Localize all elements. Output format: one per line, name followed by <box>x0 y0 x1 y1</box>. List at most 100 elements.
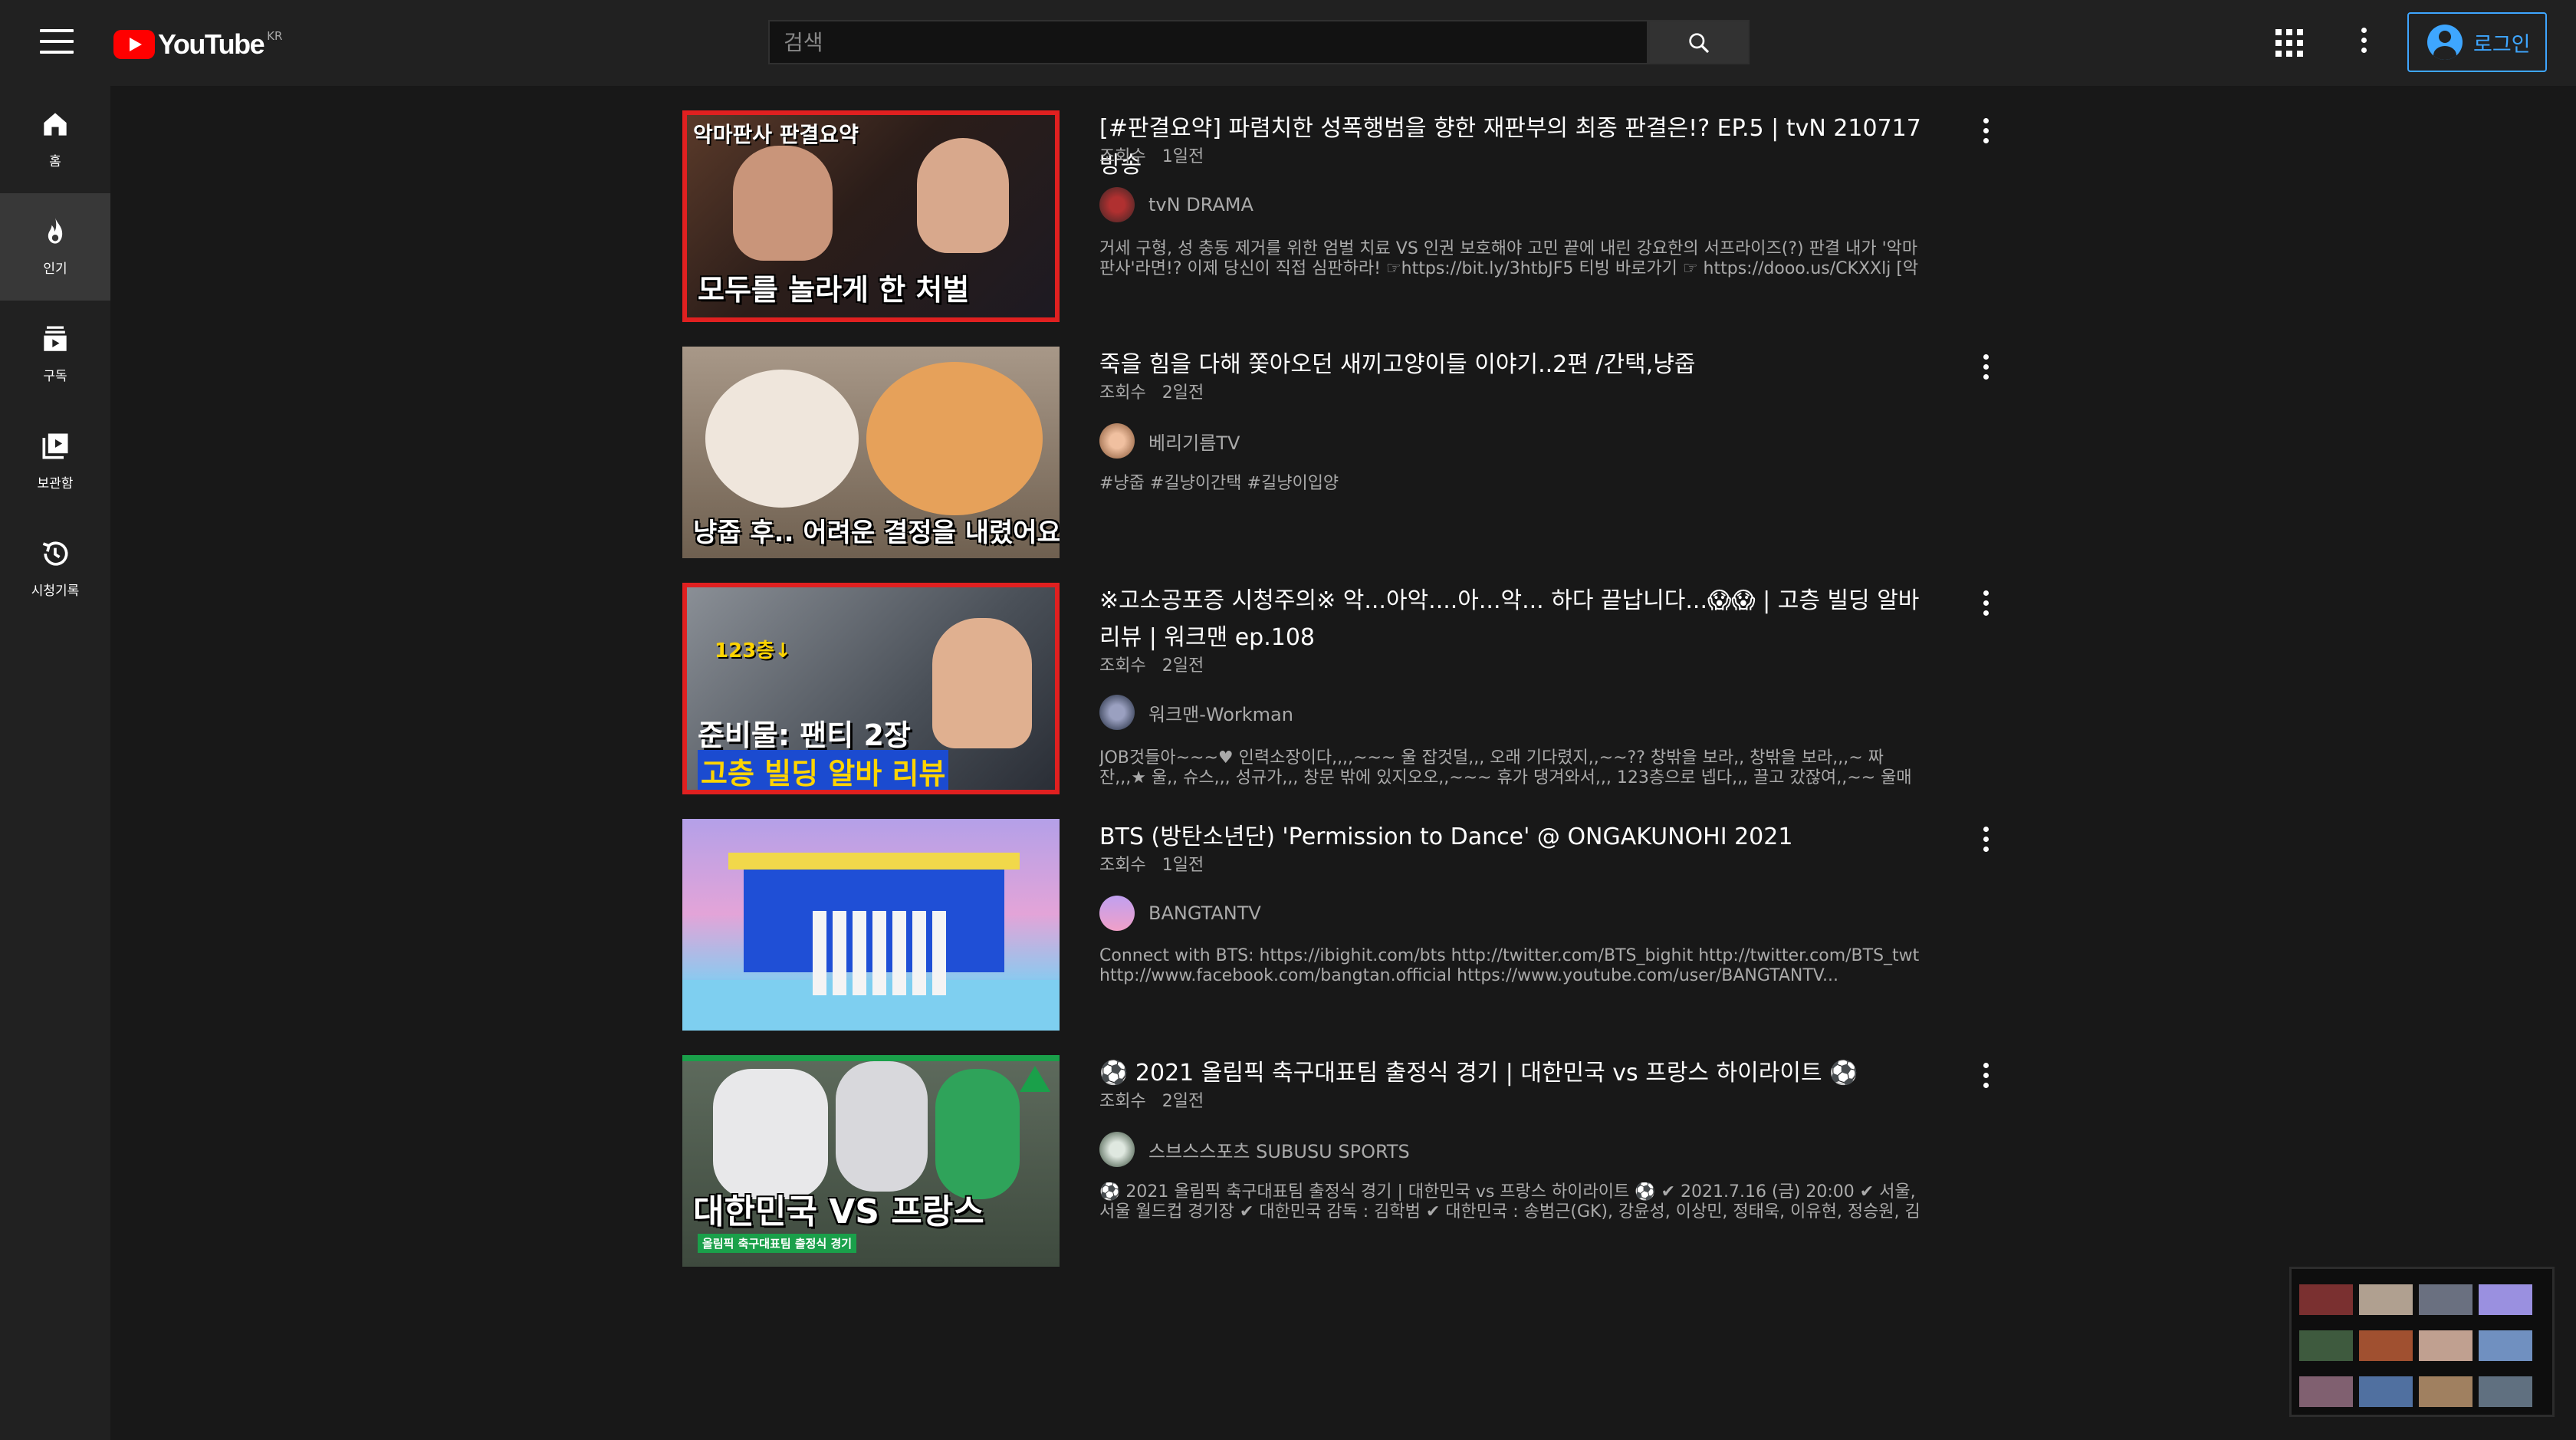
video-thumbnail[interactable] <box>682 819 1060 1031</box>
subscriptions-icon <box>44 326 67 351</box>
channel-avatar <box>1099 1132 1135 1167</box>
thumbnail-caption: 냥줍 후.. 어려운 결정을 내렸어요 <box>693 518 1060 548</box>
home-icon <box>44 113 67 136</box>
signin-button[interactable]: 로그인 <box>2407 12 2547 72</box>
thumbnail-tag: 악마판사 판결요약 <box>693 122 859 147</box>
video-description: Connect with BTS: https://ibighit.com/bt… <box>1099 946 1920 985</box>
sidebar-item-trending[interactable]: 인기 <box>0 193 110 301</box>
video-thumbnail[interactable]: 악마판사 판결요약 모두를 놀라게 한 처벌 <box>682 110 1060 322</box>
sidebar-item-history[interactable]: 시청기록 <box>0 515 110 623</box>
video-description: ⚽ 2021 올림픽 축구대표팀 출정식 경기 | 대한민국 vs 프랑스 하이… <box>1099 1182 1921 1221</box>
video-thumbnail[interactable]: 123층↓ 준비물: 팬티 2장 고층 빌딩 알바 리뷰 <box>682 583 1060 794</box>
channel-name: tvN DRAMA <box>1148 194 1254 215</box>
more-actions-icon[interactable] <box>1980 827 1991 857</box>
library-icon <box>42 433 68 459</box>
view-count: 조회수 <box>1099 656 1146 676</box>
view-count: 조회수 <box>1099 856 1146 875</box>
video-item[interactable]: 123층↓ 준비물: 팬티 2장 고층 빌딩 알바 리뷰 ※고소공포증 시청주의… <box>682 583 2009 794</box>
sidebar-item-subscriptions[interactable]: 구독 <box>0 301 110 408</box>
video-description: #냥줍 #길냥이간택 #길냥이입양 <box>1099 474 1339 493</box>
channel-name: 베리기름TV <box>1148 432 1240 454</box>
channel-logo-icon <box>1020 1066 1050 1092</box>
video-thumbnail[interactable]: 대한민국 VS 프랑스 올림픽 축구대표팀 출정식 경기 <box>682 1055 1060 1267</box>
channel-avatar <box>1099 423 1135 459</box>
sidebar-item-label: 보관함 <box>37 476 74 492</box>
video-title[interactable]: ⚽ 2021 올림픽 축구대표팀 출정식 경기 | 대한민국 vs 프랑스 하이… <box>1099 1055 1927 1092</box>
upload-age: 1일전 <box>1162 856 1204 875</box>
upload-age: 2일전 <box>1162 383 1204 403</box>
kitten-figure <box>705 370 859 508</box>
channel-avatar <box>1099 896 1135 931</box>
search-button[interactable] <box>1648 20 1750 64</box>
more-actions-icon[interactable] <box>1980 590 1991 621</box>
view-count: 조회수 <box>1099 147 1146 166</box>
youtube-logo[interactable]: YouTube KR <box>113 28 282 61</box>
search-icon <box>1689 33 1710 54</box>
channel-link[interactable]: 스브스스포츠 SUBUSU SPORTS <box>1099 1132 1410 1167</box>
video-meta: 조회수 2일전 <box>1099 379 1204 403</box>
channel-avatar <box>1099 187 1135 222</box>
screen-preview-thumbnail[interactable] <box>2289 1267 2555 1417</box>
video-title[interactable]: BTS (방탄소년단) 'Permission to Dance' @ ONGA… <box>1099 819 1927 856</box>
channel-name: 스브스스포츠 SUBUSU SPORTS <box>1148 1140 1410 1162</box>
video-title[interactable]: ※고소공포증 시청주의※ 악...아악....아...악... 하다 끝납니다.… <box>1099 583 1927 656</box>
thumbnail-subcaption: 올림픽 축구대표팀 출정식 경기 <box>698 1234 857 1253</box>
kitten-figure <box>866 362 1043 515</box>
more-actions-icon[interactable] <box>1980 118 1991 149</box>
player-figure <box>713 1069 828 1199</box>
video-description: JOB것들아~~~♥ 인력소장이다,,,,~~~ 울 잡것덜,,, 오래 기다렸… <box>1099 748 1912 787</box>
video-meta: 조회수 2일전 <box>1099 1087 1204 1112</box>
apps-grid-icon[interactable] <box>2275 29 2303 57</box>
video-thumbnail[interactable]: 냥줍 후.. 어려운 결정을 내렸어요 <box>682 347 1060 558</box>
settings-more-icon[interactable] <box>2358 28 2369 58</box>
channel-link[interactable]: 베리기름TV <box>1099 423 1240 459</box>
video-meta: 조회수 1일전 <box>1099 143 1204 167</box>
view-count: 조회수 <box>1099 1092 1146 1111</box>
channel-avatar <box>1099 695 1135 730</box>
sidebar-item-home[interactable]: 홈 <box>0 86 110 193</box>
more-actions-icon[interactable] <box>1980 354 1991 385</box>
video-item[interactable]: 냥줍 후.. 어려운 결정을 내렸어요 죽을 힘을 다해 쫓아오던 새끼고양이들… <box>682 347 2009 558</box>
sidebar-item-label: 홈 <box>49 154 61 169</box>
thumbnail-caption: 고층 빌딩 알바 리뷰 <box>698 750 949 790</box>
video-item[interactable]: 대한민국 VS 프랑스 올림픽 축구대표팀 출정식 경기 ⚽ 2021 올림픽 … <box>682 1055 2009 1267</box>
thumbnail-caption: 모두를 놀라게 한 처벌 <box>698 273 970 307</box>
video-title[interactable]: [#판결요약] 파렴치한 성폭행범을 향한 재판부의 최종 판결은!? EP.5… <box>1099 110 1927 184</box>
thumbnail-caption: 준비물: 팬티 2장 <box>698 718 911 752</box>
thumbnail-figure <box>917 138 1009 253</box>
sidebar: 홈 인기 구독 보관함 시청기록 <box>0 86 110 1440</box>
channel-link[interactable]: tvN DRAMA <box>1099 187 1254 222</box>
dancers <box>813 911 951 995</box>
channel-name: BANGTANTV <box>1148 902 1261 924</box>
top-bar: YouTube KR 로그인 <box>0 0 2576 86</box>
thumbnail-tag: 123층↓ <box>715 639 791 662</box>
upload-age: 2일전 <box>1162 1092 1204 1111</box>
thumbnail-figure <box>932 618 1032 748</box>
player-figure <box>935 1069 1020 1199</box>
thumbnail-figure <box>733 146 833 261</box>
trending-icon <box>48 217 63 244</box>
sidebar-item-label: 구독 <box>43 369 67 384</box>
upload-age: 2일전 <box>1162 656 1204 676</box>
menu-icon[interactable] <box>40 29 74 57</box>
channel-name: 워크맨-Workman <box>1148 703 1293 725</box>
stage-roof <box>728 853 1020 870</box>
video-item[interactable]: BTS (방탄소년단) 'Permission to Dance' @ ONGA… <box>682 819 2009 1031</box>
logo-text: YouTube <box>158 28 265 60</box>
channel-link[interactable]: 워크맨-Workman <box>1099 695 1293 730</box>
thumbnail-caption: 대한민국 VS 프랑스 <box>693 1192 984 1231</box>
video-item[interactable]: 악마판사 판결요약 모두를 놀라게 한 처벌 [#판결요약] 파렴치한 성폭행범… <box>682 110 2009 322</box>
video-description: 거세 구형, 성 충동 제거를 위한 엄벌 치료 VS 인권 보호해야 고민 끝… <box>1099 239 1919 278</box>
country-code: KR <box>267 29 283 43</box>
channel-link[interactable]: BANGTANTV <box>1099 896 1261 931</box>
video-title[interactable]: 죽을 힘을 다해 쫓아오던 새끼고양이들 이야기..2편 /간택,냥줍 <box>1099 347 1927 383</box>
sidebar-item-library[interactable]: 보관함 <box>0 408 110 515</box>
more-actions-icon[interactable] <box>1980 1063 1991 1093</box>
signin-label: 로그인 <box>2473 32 2531 57</box>
account-icon <box>2427 25 2463 60</box>
sidebar-item-label: 인기 <box>43 261 67 277</box>
view-count: 조회수 <box>1099 383 1146 403</box>
search-input[interactable] <box>768 20 1648 64</box>
upload-age: 1일전 <box>1162 147 1204 166</box>
history-icon <box>42 541 68 566</box>
